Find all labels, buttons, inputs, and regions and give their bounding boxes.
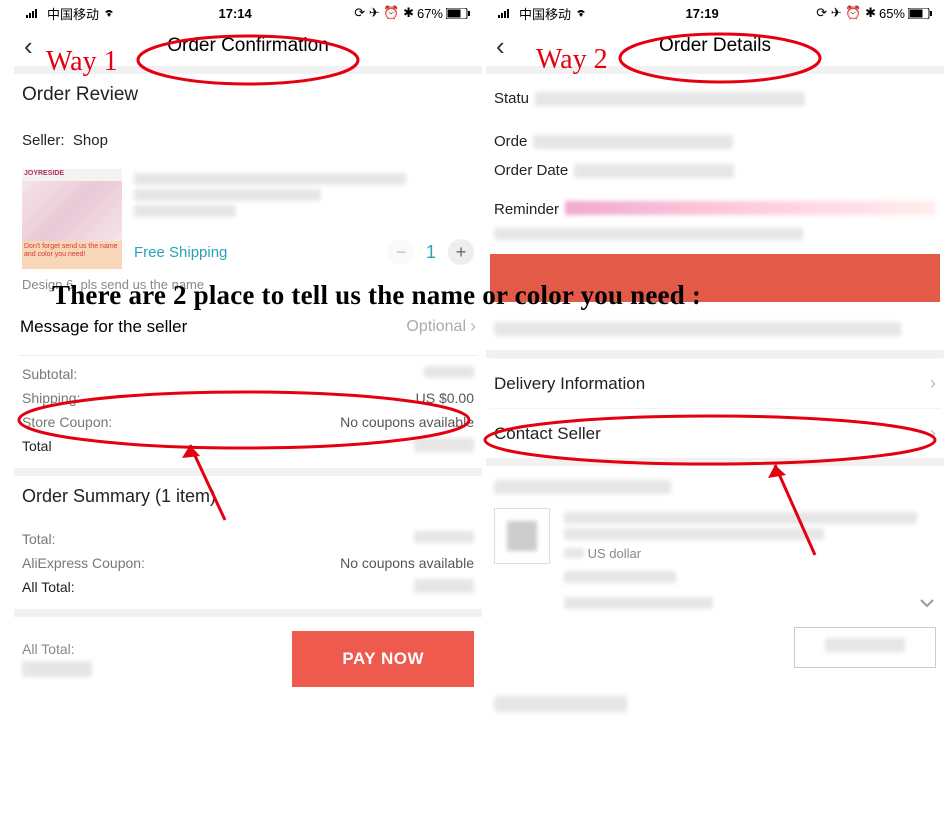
thumb-note: Don't forget send us the name and color … [22,241,122,269]
page-title: Order Details [659,35,771,57]
status-bar: 中国移动 17:14 ⟳ ✈︎ ⏰ ✱ 67% [18,0,478,26]
signal-icon [26,8,44,18]
order-item-thumbnail[interactable] [494,508,550,564]
os-alltotal-k: All Total: [22,579,75,595]
annotation-way1-label: Way 1 [46,46,118,78]
quantity-stepper[interactable]: − 1 + [388,239,474,265]
shipping-v: US $0.00 [416,390,474,406]
storecoupon-k: Store Coupon: [22,414,112,430]
status-icons: ⟳ ✈︎ ⏰ ✱ [354,5,414,21]
order-review-heading: Order Review [22,84,474,106]
product-thumbnail[interactable]: JOYRESIDE Don't forget send us the name … [22,169,122,269]
total-v [414,438,474,452]
seller-name: Shop [73,132,108,149]
os-alltotal-v [414,579,474,593]
battery-percent: 67% [417,6,443,21]
total-k: Total [22,438,52,454]
chevron-right-icon: › [930,423,936,444]
delivery-information-row[interactable]: Delivery Information › [490,358,940,408]
annotation-way2-label: Way 2 [536,44,608,76]
qty-minus-button[interactable]: − [388,239,414,265]
contact-seller-row[interactable]: Contact Seller › [490,408,940,458]
qty-plus-button[interactable]: + [448,239,474,265]
battery-percent: 65% [879,6,905,21]
clock: 17:14 [219,6,252,21]
back-button[interactable]: ‹ [18,31,39,62]
subtotal-value [424,366,474,378]
orderdate-label: Order Date [494,162,568,179]
wifi-icon [574,8,588,18]
carrier-label: 中国移动 [519,4,571,23]
os-aecoupon-v[interactable]: No coupons available [340,555,474,571]
storecoupon-v[interactable]: No coupons available [340,414,474,430]
status-icons: ⟳ ✈︎ ⏰ ✱ [816,5,876,21]
phone-left: 中国移动 17:14 ⟳ ✈︎ ⏰ ✱ 67% ‹ Order Confirma… [18,0,478,701]
pay-now-button[interactable]: PAY NOW [292,631,474,687]
page-title: Order Confirmation [167,35,329,57]
order-summary-heading: Order Summary (1 item) [22,486,474,507]
shipping-label[interactable]: Free Shipping [134,244,227,261]
back-button[interactable]: ‹ [490,31,511,62]
battery-icon [908,8,932,19]
thumb-brand: JOYRESIDE [22,169,122,181]
signal-icon [498,8,516,18]
contact-label: Contact Seller [494,424,601,444]
chevron-right-icon: › [930,373,936,394]
message-label: Message for the seller [20,317,187,337]
action-button[interactable] [794,627,936,668]
os-aecoupon-k: AliExpress Coupon: [22,555,145,571]
delivery-label: Delivery Information [494,374,645,394]
status-label: Statu [494,90,529,107]
shipping-k: Shipping: [22,390,80,406]
status-bar: 中国移动 17:19 ⟳ ✈︎ ⏰ ✱ 65% [490,0,940,26]
footer-alltotal-k: All Total: [22,641,92,657]
reminder-label: Reminder [494,201,559,218]
annotation-headline: There are 2 place to tell us the name or… [52,280,701,311]
currency-hint: US dollar [588,546,641,561]
chevron-down-icon[interactable] [918,594,936,612]
footer-alltotal-v [22,661,92,677]
os-total-v [414,531,474,543]
message-placeholder: Optional [406,318,466,336]
os-total-k: Total: [22,531,55,547]
qty-value: 1 [426,242,436,263]
wifi-icon [102,8,116,18]
chevron-right-icon: › [470,316,476,337]
product-row[interactable]: JOYRESIDE Don't forget send us the name … [22,169,474,269]
order-label: Orde [494,133,527,150]
clock: 17:19 [686,6,719,21]
seller-row: Seller: Shop [22,132,474,149]
battery-icon [446,8,470,19]
carrier-label: 中国移动 [47,4,99,23]
subtotal-label: Subtotal: [22,366,77,382]
seller-label: Seller: [22,132,65,149]
phone-right: 中国移动 17:19 ⟳ ✈︎ ⏰ ✱ 65% ‹ Order Details … [490,0,940,726]
